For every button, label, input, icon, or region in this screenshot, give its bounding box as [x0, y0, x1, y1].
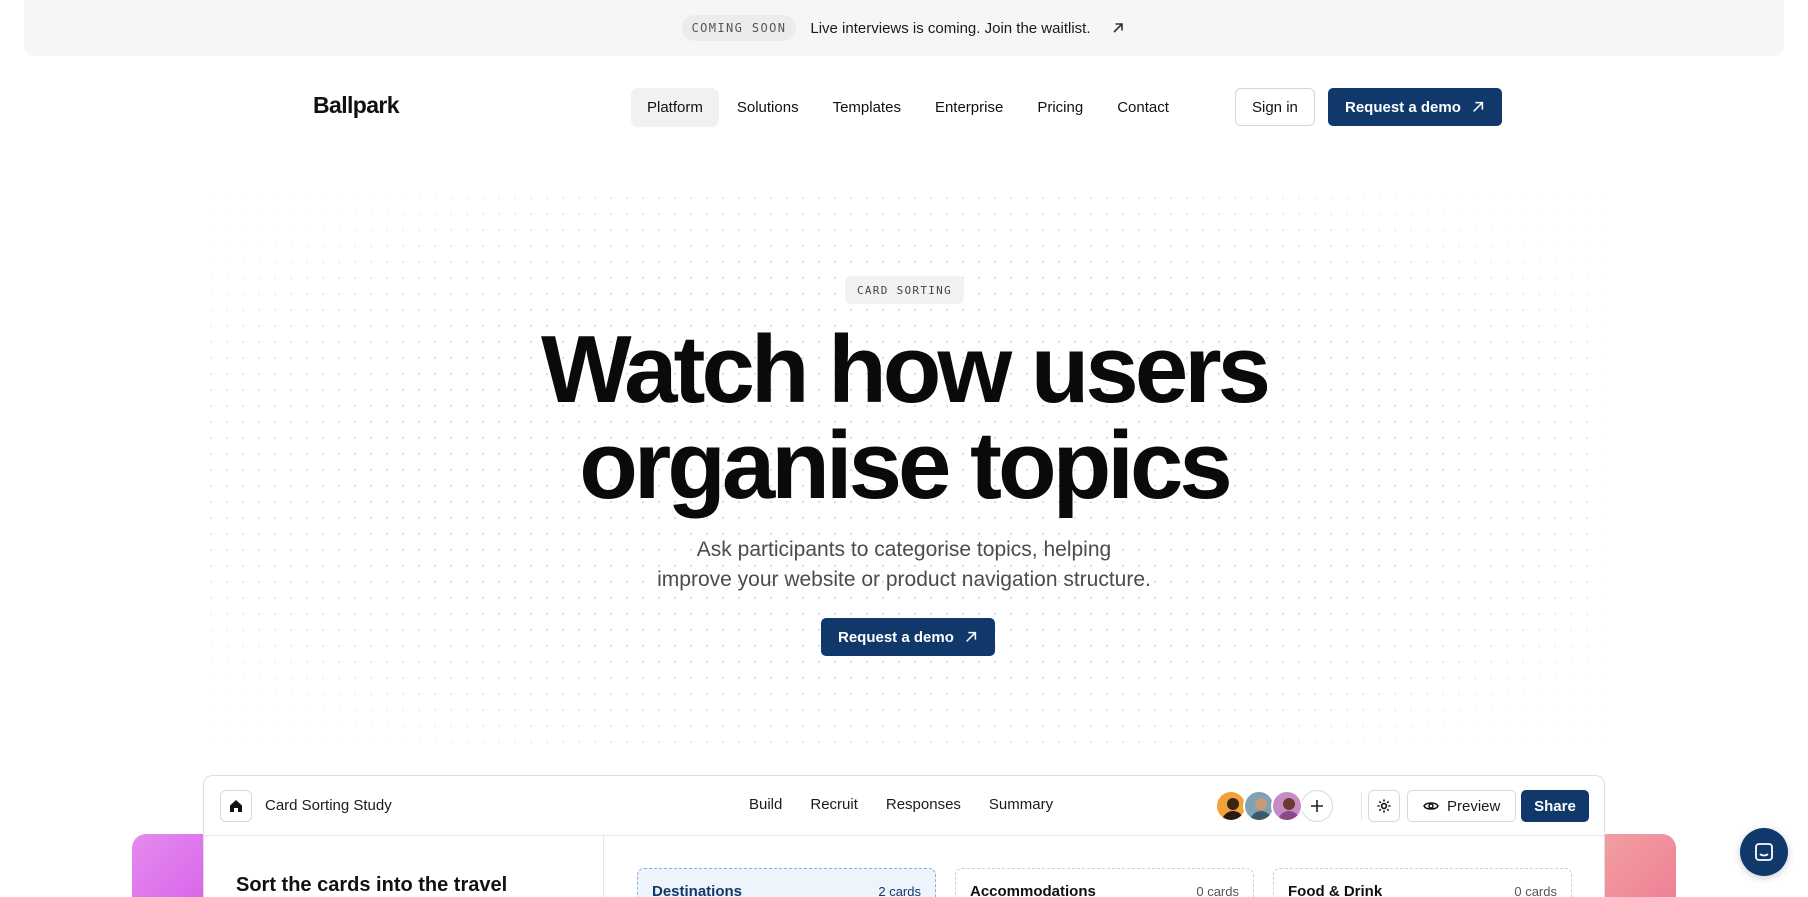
preview-button[interactable]: Preview	[1407, 790, 1517, 822]
tab-summary[interactable]: Summary	[989, 796, 1053, 813]
chat-launcher-button[interactable]	[1740, 828, 1788, 876]
hero-subtitle: Ask participants to categorise topics, h…	[0, 535, 1808, 595]
hero-title-line-2: organise topics	[579, 412, 1232, 519]
collaborator-avatars	[1215, 790, 1333, 822]
settings-button[interactable]	[1368, 790, 1400, 822]
task-question: Sort the cards into the travel	[236, 874, 508, 896]
add-collaborator-button[interactable]	[1301, 790, 1333, 822]
hero-category-tag: CARD SORTING	[845, 276, 964, 304]
nav-item-templates[interactable]: Templates	[817, 88, 917, 127]
nav-item-platform[interactable]: Platform	[631, 88, 719, 127]
category-food-drink[interactable]: Food & Drink 0 cards	[1273, 868, 1572, 897]
category-count: 0 cards	[1514, 884, 1557, 897]
coming-soon-badge: COMING SOON	[681, 15, 797, 41]
request-demo-label: Request a demo	[1345, 98, 1461, 116]
hero-request-demo-label: Request a demo	[838, 628, 954, 646]
category-accommodations[interactable]: Accommodations 0 cards	[955, 868, 1254, 897]
top-navigation: Ballpark Platform Solutions Templates En…	[0, 82, 1808, 132]
app-preview-window: Card Sorting Study Build Recruit Respons…	[203, 775, 1605, 897]
toolbar-divider	[1361, 792, 1362, 820]
category-name: Food & Drink	[1288, 883, 1383, 897]
announcement-bar[interactable]: COMING SOON Live interviews is coming. J…	[24, 0, 1784, 56]
category-count: 0 cards	[1196, 884, 1239, 897]
category-name: Accommodations	[970, 883, 1096, 897]
study-name: Card Sorting Study	[265, 797, 392, 814]
hero-title-line-1: Watch how users	[541, 316, 1271, 423]
request-demo-button[interactable]: Request a demo	[1328, 88, 1502, 126]
home-icon	[230, 800, 242, 812]
tab-recruit[interactable]: Recruit	[810, 796, 858, 813]
app-toolbar: Card Sorting Study Build Recruit Respons…	[204, 776, 1604, 836]
plus-icon	[1311, 800, 1323, 812]
category-name: Destinations	[652, 883, 743, 897]
tab-build[interactable]: Build	[749, 796, 782, 813]
main-menu: Platform Solutions Templates Enterprise …	[631, 88, 1185, 127]
hero-subtitle-line-1: Ask participants to categorise topics, h…	[696, 538, 1112, 561]
study-tabs: Build Recruit Responses Summary	[749, 796, 1053, 813]
gear-icon	[1377, 799, 1391, 813]
tab-responses[interactable]: Responses	[886, 796, 961, 813]
hero-request-demo-button[interactable]: Request a demo	[821, 618, 995, 656]
eye-icon	[1423, 802, 1439, 810]
arrow-up-right-icon	[1113, 23, 1124, 33]
hero-subtitle-line-2: improve your website or product navigati…	[657, 568, 1151, 591]
share-button[interactable]: Share	[1521, 790, 1589, 822]
preview-label: Preview	[1447, 797, 1501, 815]
logo[interactable]: Ballpark	[313, 92, 400, 119]
category-destinations[interactable]: Destinations 2 cards	[637, 868, 936, 897]
nav-item-contact[interactable]: Contact	[1101, 88, 1185, 127]
arrow-up-right-icon	[965, 631, 977, 642]
avatar[interactable]	[1271, 790, 1303, 822]
arrow-up-right-icon	[1472, 101, 1484, 112]
nav-item-solutions[interactable]: Solutions	[721, 88, 815, 127]
home-button[interactable]	[220, 790, 252, 822]
instructions-panel: Sort the cards into the travel	[204, 836, 604, 897]
nav-item-enterprise[interactable]: Enterprise	[919, 88, 1019, 127]
hero-title: Watch how users organise topics	[0, 322, 1808, 514]
announcement-message[interactable]: Live interviews is coming. Join the wait…	[810, 20, 1090, 37]
category-count: 2 cards	[878, 884, 921, 897]
sign-in-button[interactable]: Sign in	[1235, 88, 1315, 126]
chat-icon	[1755, 843, 1773, 861]
nav-item-pricing[interactable]: Pricing	[1021, 88, 1099, 127]
